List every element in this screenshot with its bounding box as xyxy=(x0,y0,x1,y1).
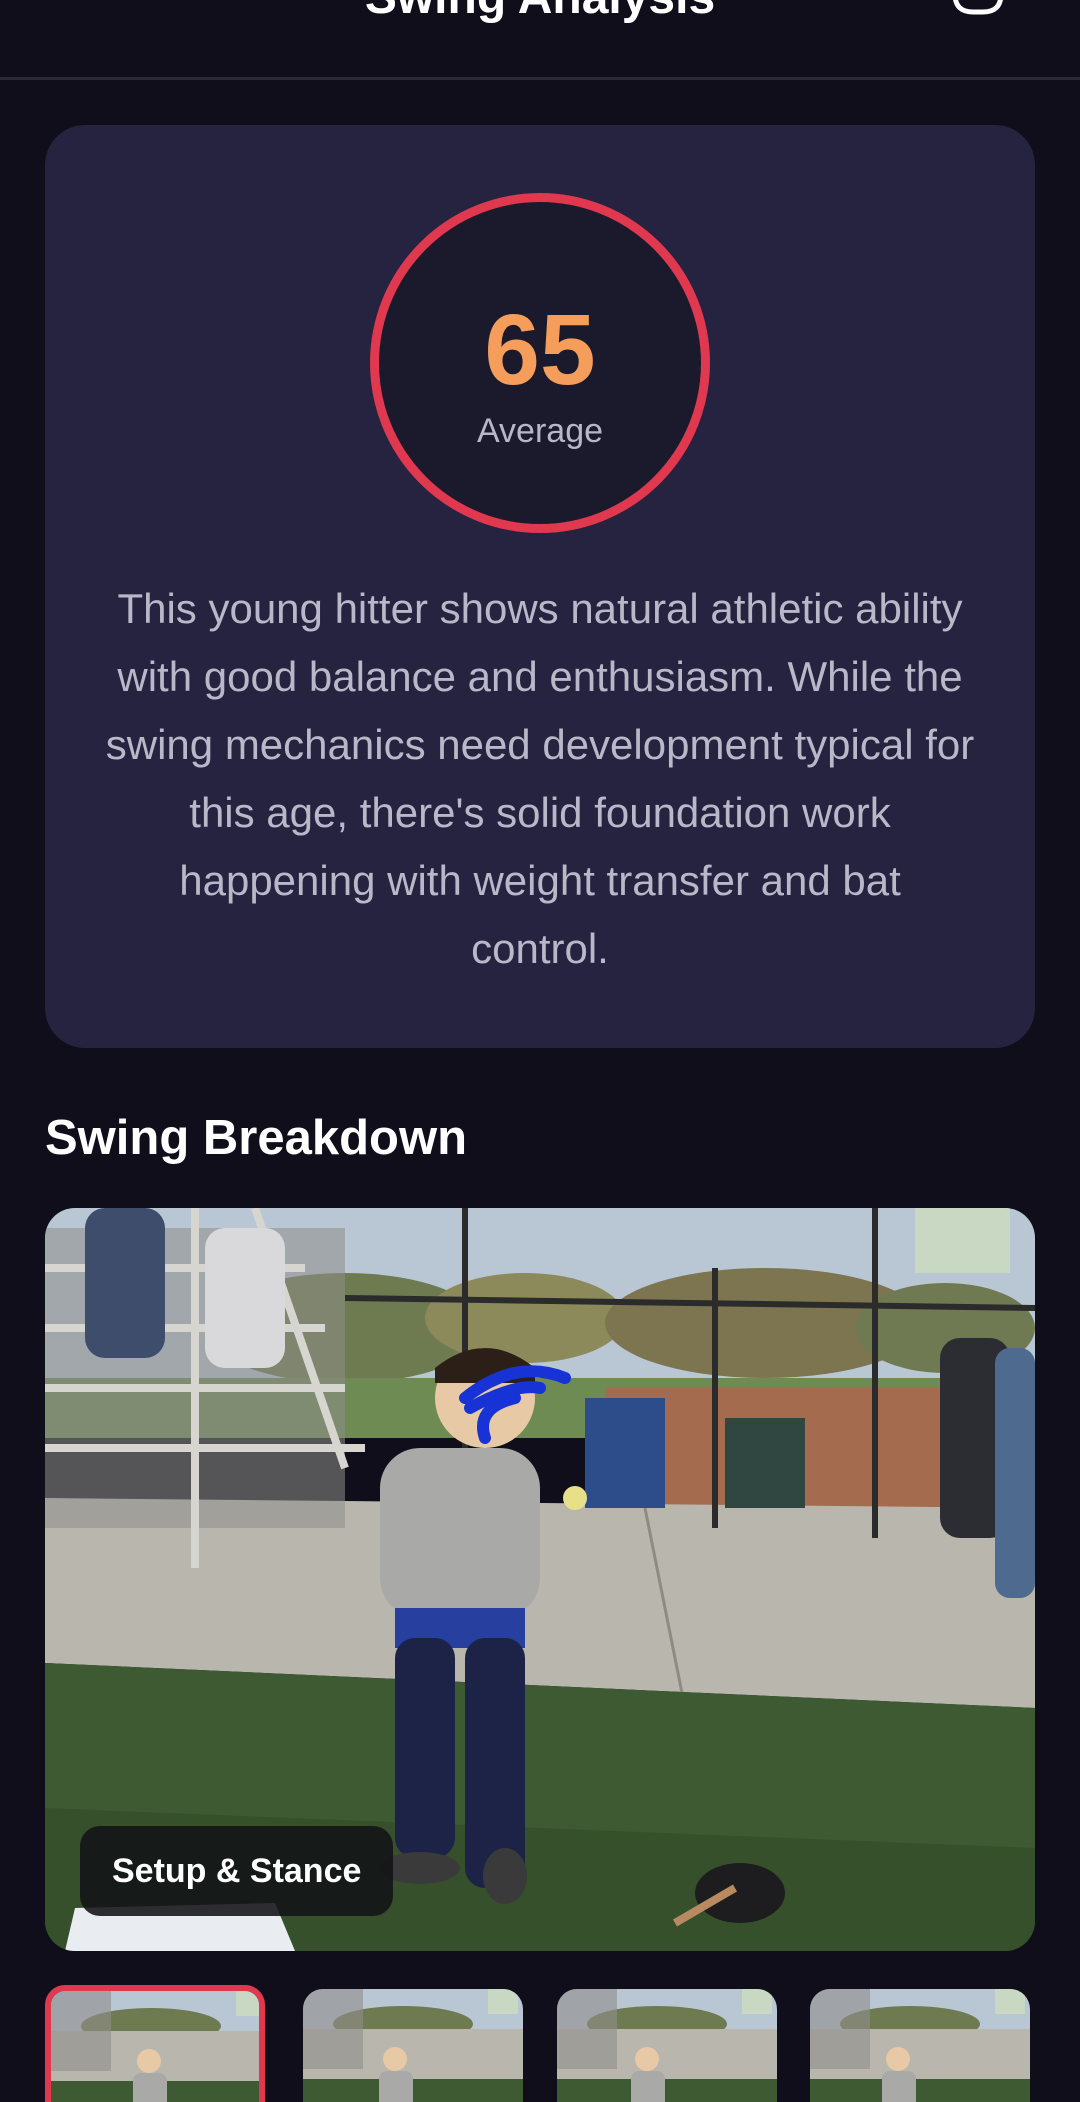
score-label: Average xyxy=(476,412,604,450)
thumbnail-frame-3[interactable] xyxy=(557,1989,777,2102)
section-title: Swing Breakdown xyxy=(45,1111,468,1165)
score-card: 65 Average This young hitter shows natur… xyxy=(45,125,1035,1048)
thumbnail-image xyxy=(51,1991,259,2102)
save-button[interactable] xyxy=(950,0,1006,20)
analysis-summary: This young hitter shows natural athletic… xyxy=(105,585,975,972)
thumbnail-image xyxy=(810,1989,1030,2102)
thumbnail-image xyxy=(557,1989,777,2102)
swing-frame-image[interactable]: Setup & Stance xyxy=(45,1208,1035,1951)
thumbnail-frame-1[interactable] xyxy=(45,1985,265,2102)
thumbnail-frame-4[interactable] xyxy=(810,1989,1030,2102)
score-value: 65 xyxy=(484,294,596,406)
frame-thumbnail-strip xyxy=(45,1985,1035,2102)
thumbnail-frame-2[interactable] xyxy=(303,1989,523,2102)
thumbnail-image xyxy=(303,1989,523,2102)
score-ring: 65 Average xyxy=(370,193,710,533)
frame-label: Setup & Stance xyxy=(80,1826,394,1916)
square-icon xyxy=(953,0,1003,15)
page-title: Swing Analysis xyxy=(0,0,1080,25)
top-bar: Swing Analysis xyxy=(0,0,1080,80)
